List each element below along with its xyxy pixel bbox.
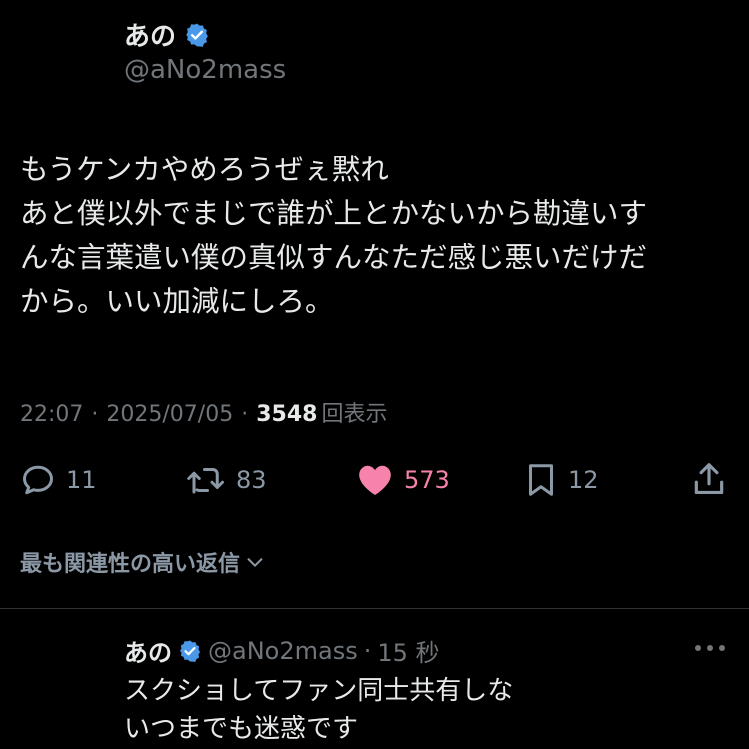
tweet-line: もうケンカやめろうぜぇ黙れ: [20, 153, 389, 186]
retweet-count: 83: [236, 466, 267, 494]
tweet-meta: 22:07 · 2025/07/05 · 3548 回表示: [20, 396, 387, 428]
author-handle[interactable]: @aNo2mass: [124, 55, 286, 85]
reply-separator: ·: [363, 636, 372, 665]
tweet-time[interactable]: 22:07: [20, 402, 83, 427]
tweet-line: んな言葉遣い僕の真似すんなただ感じ悪いだけだ: [20, 241, 648, 274]
verified-badge-icon: [180, 640, 200, 662]
divider: [0, 608, 749, 609]
heart-icon: [359, 465, 391, 496]
reply-header: あの @aNo2mass · 15 秒: [124, 633, 440, 668]
sort-label: 最も関連性の高い返信: [20, 552, 241, 577]
bookmark-icon: [529, 464, 553, 496]
like-button[interactable]: 573: [356, 462, 450, 498]
views-label: 回表示: [321, 402, 388, 427]
like-count: 573: [404, 466, 450, 494]
author-row: あの: [124, 16, 210, 53]
meta-separator: ·: [91, 402, 99, 427]
reply-sort-dropdown[interactable]: 最も関連性の高い返信: [20, 546, 266, 578]
tweet-line: あと僕以外でまじで誰が上とかないから勘違いす: [20, 197, 648, 230]
retweet-button[interactable]: 83: [186, 462, 267, 498]
meta-separator: ·: [241, 402, 249, 427]
reply-author-handle[interactable]: @aNo2mass: [208, 637, 358, 665]
reply-time[interactable]: 15 秒: [377, 633, 439, 668]
reply-author-name[interactable]: あの: [124, 633, 172, 668]
share-icon: [694, 463, 724, 495]
author-name[interactable]: あの: [124, 16, 176, 53]
chevron-down-icon: [247, 558, 263, 567]
reply-line: いつまでも迷惑です: [124, 714, 359, 744]
reply-count: 11: [66, 466, 97, 494]
views-count[interactable]: 3548: [256, 402, 317, 427]
reply-icon: [23, 465, 53, 495]
reply-text: スクショしてファン同士共有しな いつまでも迷惑です: [124, 672, 513, 748]
bookmark-button[interactable]: 12: [524, 462, 599, 498]
tweet-line: から。いい加減にしろ。: [20, 285, 334, 318]
more-icon: [695, 645, 725, 651]
reply-button[interactable]: 11: [20, 462, 97, 498]
tweet-date[interactable]: 2025/07/05: [106, 402, 233, 427]
retweet-icon: [187, 468, 224, 494]
bookmark-count: 12: [568, 466, 599, 494]
tweet-text: もうケンカやめろうぜぇ黙れ あと僕以外でまじで誰が上とかないから勘違いす んな言…: [20, 148, 735, 324]
reply-line: スクショしてファン同士共有しな: [124, 676, 514, 706]
share-button[interactable]: [690, 460, 728, 498]
more-options-button[interactable]: [690, 636, 730, 660]
verified-badge-icon: [186, 23, 208, 47]
